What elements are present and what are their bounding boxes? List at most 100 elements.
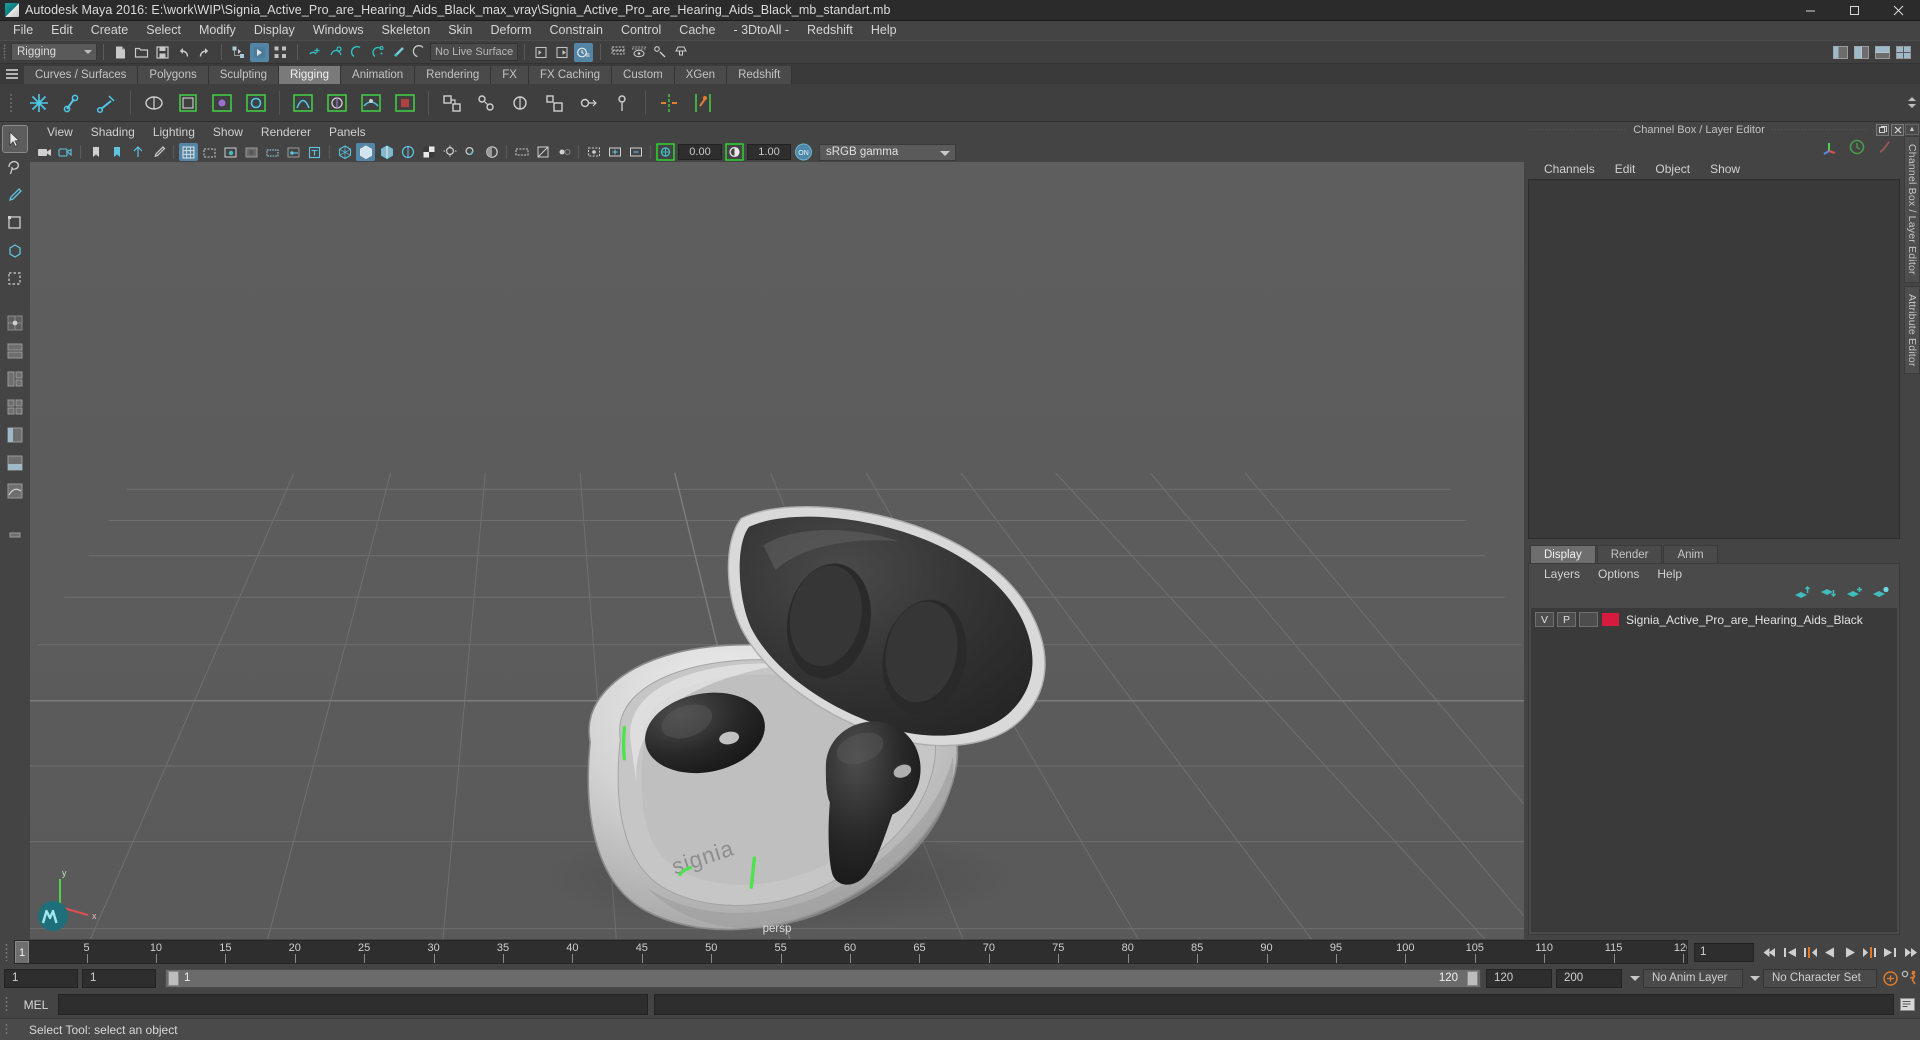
twopoint-resolution-icon[interactable]	[128, 143, 147, 161]
step-back-key-icon[interactable]	[1800, 942, 1820, 962]
layer-menu-help[interactable]: Help	[1648, 567, 1691, 581]
snap-to-point-icon[interactable]	[347, 43, 366, 62]
layer-playback-toggle[interactable]: P	[1557, 612, 1576, 627]
channel-box-content[interactable]	[1528, 179, 1900, 539]
viewport-menu-show[interactable]: Show	[204, 123, 252, 142]
step-forward-frame-icon[interactable]	[1880, 942, 1900, 962]
move-tool-icon[interactable]	[3, 210, 27, 236]
shelf-create-joint-icon[interactable]	[24, 88, 54, 118]
layout-outliner-persp-icon[interactable]	[3, 422, 27, 448]
channel-box-menu-edit[interactable]: Edit	[1605, 162, 1646, 176]
image-plane-icon[interactable]	[107, 143, 126, 161]
shelf-tab-curves-surfaces[interactable]: Curves / Surfaces	[24, 66, 139, 84]
redo-icon[interactable]	[195, 43, 214, 62]
range-end-handle[interactable]	[1467, 970, 1478, 986]
vertical-tabs-scroll-up-icon[interactable]: ▲	[1905, 124, 1919, 135]
smooth-shade-all-icon[interactable]	[356, 143, 375, 161]
range-end-time-field[interactable]: 120	[1486, 968, 1552, 988]
layer-display-type-toggle[interactable]	[1579, 612, 1598, 627]
save-scene-icon[interactable]	[153, 43, 172, 62]
step-forward-key-icon[interactable]	[1860, 942, 1880, 962]
persp-outliner-panel-icon[interactable]	[1852, 43, 1871, 62]
menu-deform[interactable]: Deform	[482, 21, 541, 40]
viewport-menu-lighting[interactable]: Lighting	[144, 123, 204, 142]
command-line-grip[interactable]	[0, 991, 14, 1018]
shelf-wrap-icon[interactable]	[241, 88, 271, 118]
shelf-nonlinear-bend-icon[interactable]	[322, 88, 352, 118]
layer-list[interactable]: V P Signia_Active_Pro_are_Hearing_Aids_B…	[1531, 608, 1897, 932]
grease-pencil-icon[interactable]	[149, 143, 168, 161]
layer-name[interactable]: Signia_Active_Pro_are_Hearing_Aids_Black	[1626, 613, 1863, 627]
layout-persp-graph-icon[interactable]	[3, 478, 27, 504]
select-by-component-type-icon[interactable]	[271, 43, 290, 62]
rotate-tool-icon[interactable]	[3, 238, 27, 264]
maximize-icon[interactable]	[1832, 0, 1876, 21]
panel-close-icon[interactable]	[1891, 123, 1904, 136]
four-view-panel-icon[interactable]	[1894, 43, 1913, 62]
ipr-render-icon[interactable]	[574, 42, 593, 62]
toolbar-grip[interactable]	[0, 41, 9, 63]
use-default-material-icon[interactable]	[398, 143, 417, 161]
channel-box-menu-object[interactable]: Object	[1645, 162, 1700, 176]
shelf-parent-constraint-icon[interactable]	[437, 88, 467, 118]
select-by-object-type-icon[interactable]	[250, 42, 269, 62]
shelf-orient-constraint-icon[interactable]	[505, 88, 535, 118]
hypershade-icon[interactable]	[629, 43, 648, 62]
xray-joints-icon[interactable]	[284, 143, 303, 161]
shelf-scroll-arrows[interactable]	[1908, 97, 1920, 108]
range-start-time-field[interactable]: 1	[82, 968, 156, 988]
shelf-point-constraint-icon[interactable]	[471, 88, 501, 118]
panel-undock-icon[interactable]	[1876, 123, 1889, 136]
viewport-menu-view[interactable]: View	[38, 123, 82, 142]
time-slider-track[interactable]: 1 5 10 15 20 25 30 35 40 45 50 55 60 65 70 75 80 85 90 95 1…	[14, 940, 1688, 964]
layer-row[interactable]: V P Signia_Active_Pro_are_Hearing_Aids_B…	[1531, 610, 1897, 629]
menu-control[interactable]: Control	[612, 21, 670, 40]
shelf-mirror-joint-icon[interactable]	[654, 88, 684, 118]
color-management-selector[interactable]: sRGB gamma	[819, 143, 956, 161]
camera-attributes-icon[interactable]	[56, 143, 75, 161]
menuset-selector[interactable]: Rigging	[11, 43, 97, 61]
live-surface-field[interactable]: No Live Surface	[430, 43, 518, 61]
menu-redshift[interactable]: Redshift	[798, 21, 862, 40]
shelf-tab-xgen[interactable]: XGen	[674, 66, 728, 84]
manipulator-axis-icon[interactable]	[1820, 138, 1838, 159]
render-settings-icon[interactable]	[608, 43, 627, 62]
exposure-toggle-icon[interactable]	[656, 143, 675, 161]
go-to-start-icon[interactable]	[1760, 942, 1780, 962]
play-backwards-icon[interactable]	[1820, 942, 1840, 962]
motion-blur-icon[interactable]	[512, 143, 531, 161]
outliner-panel-icon[interactable]	[1831, 43, 1850, 62]
shelf-tab-polygons[interactable]: Polygons	[138, 66, 209, 84]
move-layer-down-icon[interactable]	[1820, 586, 1837, 603]
layout-four-pane-icon[interactable]	[3, 394, 27, 420]
undo-icon[interactable]	[174, 43, 193, 62]
scale-tool-icon[interactable]	[3, 266, 27, 292]
menu-constrain[interactable]: Constrain	[541, 21, 613, 40]
layout-single-perspective-icon[interactable]	[3, 310, 27, 336]
select-by-hierarchy-icon[interactable]	[229, 43, 248, 62]
shelf-pole-vector-constraint-icon[interactable]	[607, 88, 637, 118]
wireframe-shading-icon[interactable]	[335, 143, 354, 161]
isolate-select-add-icon[interactable]	[605, 143, 624, 161]
playback-range-bar[interactable]: 1 120	[165, 968, 1481, 988]
layer-menu-options[interactable]: Options	[1589, 567, 1648, 581]
shelf-menu-icon[interactable]	[0, 64, 24, 84]
use-all-lights-icon[interactable]	[440, 143, 459, 161]
gate-mask-icon[interactable]	[242, 143, 261, 161]
channel-box-menu-channels[interactable]: Channels	[1534, 162, 1605, 176]
auto-keyframe-toggle-icon[interactable]	[1880, 968, 1900, 988]
range-start-handle[interactable]	[168, 970, 179, 986]
layout-two-pane-stacked-icon[interactable]	[3, 338, 27, 364]
time-slider-grip[interactable]	[0, 939, 14, 965]
menu-help[interactable]: Help	[862, 21, 906, 40]
new-layer-from-selected-icon[interactable]	[1872, 586, 1889, 603]
vertical-tab-channel-box[interactable]: Channel Box / Layer Editor	[1904, 136, 1920, 283]
panel-drag-dots-left[interactable]	[1530, 129, 1628, 130]
viewport-menu-renderer[interactable]: Renderer	[252, 123, 320, 142]
select-tool-icon[interactable]	[2, 125, 28, 153]
shelf-aim-constraint-icon[interactable]	[573, 88, 603, 118]
animation-end-time-field[interactable]: 200	[1556, 968, 1622, 988]
command-input-field[interactable]	[58, 994, 648, 1015]
layer-tab-display[interactable]: Display	[1530, 545, 1596, 563]
light-editor-icon[interactable]	[671, 43, 690, 62]
